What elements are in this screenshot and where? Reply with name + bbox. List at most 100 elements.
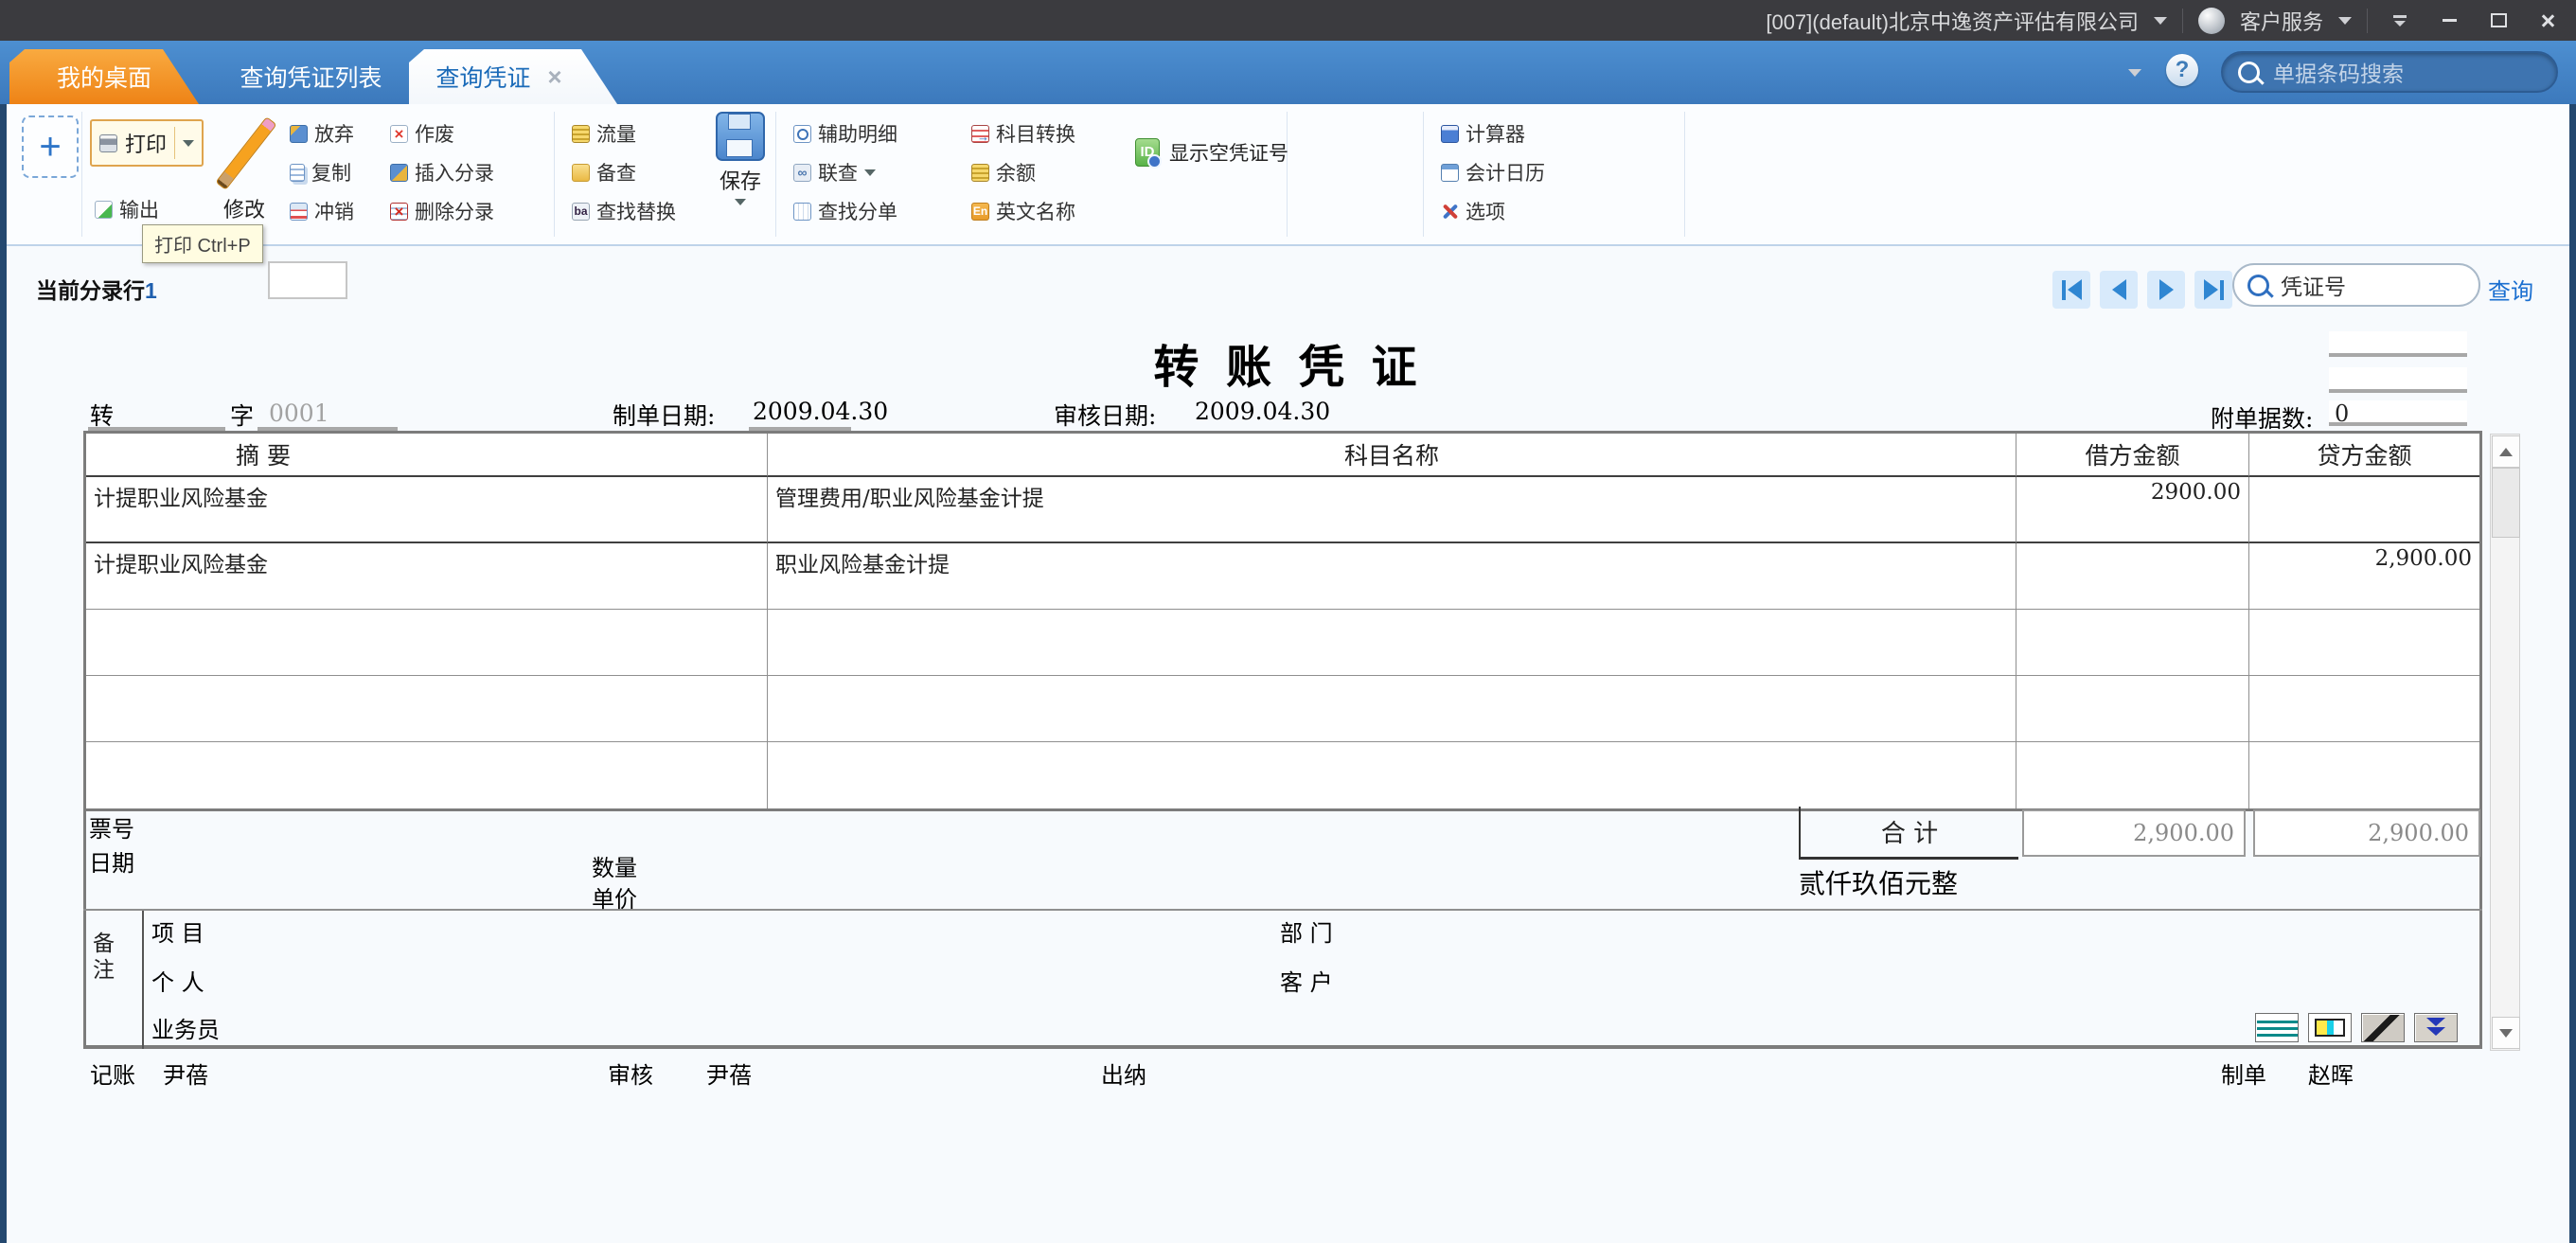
scroll-down-button[interactable] xyxy=(2492,1017,2520,1049)
expand-down-icon[interactable] xyxy=(2414,1013,2458,1042)
print-dropdown-icon[interactable] xyxy=(183,139,195,147)
header-blank-field-1[interactable] xyxy=(2329,331,2467,357)
ribbon-collapse-button[interactable] xyxy=(2383,7,2417,35)
cell-credit[interactable] xyxy=(2249,676,2479,742)
restore-button[interactable] xyxy=(2481,7,2515,35)
query-link[interactable]: 查询 xyxy=(2488,273,2533,306)
tab-my-desktop[interactable]: 我的桌面 xyxy=(9,49,199,104)
total-debit: 2,900.00 xyxy=(2022,809,2246,857)
scrollbar-thumb[interactable] xyxy=(2492,468,2520,538)
query-group: 流量 备查 查找替换 xyxy=(567,117,681,227)
cell-credit[interactable] xyxy=(2249,742,2479,808)
delete-entry-button[interactable]: 删除分录 xyxy=(385,195,499,227)
cell-credit[interactable] xyxy=(2249,610,2479,676)
save-dropdown-icon[interactable] xyxy=(735,199,746,205)
make-date-value[interactable]: 2009.04.30 xyxy=(753,398,888,425)
balance-button[interactable]: 余额 xyxy=(967,156,1080,188)
person-label: 个 人 xyxy=(151,969,204,996)
minimize-icon xyxy=(2442,19,2457,22)
subject-convert-button[interactable]: 科目转换 xyxy=(967,117,1080,150)
barcode-search-input[interactable]: 单据条码搜索 xyxy=(2221,51,2558,93)
cell-account[interactable] xyxy=(768,742,2016,808)
maker-name: 赵晖 xyxy=(2308,1062,2354,1089)
close-button[interactable] xyxy=(2531,7,2565,35)
link-query-dropdown-icon[interactable] xyxy=(864,169,876,176)
last-voucher-button[interactable] xyxy=(2194,271,2232,309)
first-icon xyxy=(2067,279,2082,300)
edit-group-col1: 放弃 复制 冲销 xyxy=(285,117,359,227)
link-query-button[interactable]: 联查 xyxy=(789,156,902,188)
modify-button[interactable]: 修改 xyxy=(209,110,279,233)
aux-detail-button[interactable]: 辅助明细 xyxy=(789,117,902,150)
writeoff-button[interactable]: 冲销 xyxy=(285,195,359,227)
header-blank-field-2[interactable] xyxy=(2329,367,2467,393)
english-name-button[interactable]: 英文名称 xyxy=(967,195,1080,227)
invalid-button[interactable]: 作废 xyxy=(385,117,499,150)
prev-voucher-button[interactable] xyxy=(2100,271,2138,309)
insert-entry-button[interactable]: 插入分录 xyxy=(385,156,499,188)
group-separator xyxy=(1423,112,1424,237)
insert-entry-label: 插入分录 xyxy=(415,163,494,185)
cell-account[interactable]: 职业风险基金计提 xyxy=(768,543,2016,610)
cell-summary[interactable] xyxy=(86,610,768,676)
first-voucher-button[interactable] xyxy=(2052,271,2090,309)
summary-note-icon[interactable] xyxy=(2255,1013,2299,1042)
calculator-button[interactable]: 计算器 xyxy=(1436,117,1550,150)
help-icon[interactable]: ? xyxy=(2166,54,2198,86)
subject-convert-label: 科目转换 xyxy=(996,124,1075,146)
attach-count-field[interactable]: 0 xyxy=(2329,400,2467,427)
cell-account[interactable] xyxy=(768,676,2016,742)
scroll-up-button[interactable] xyxy=(2492,435,2520,468)
voucher-number-search-input[interactable]: 凭证号 xyxy=(2232,263,2480,307)
voucher-table: 摘 要 科目名称 借方金额 贷方金额 计提职业风险基金 管理费用/职业风险基金计… xyxy=(83,431,2482,811)
vertical-scrollbar[interactable] xyxy=(2490,434,2520,1051)
entry-row-input[interactable] xyxy=(268,261,347,299)
stamp-icon[interactable] xyxy=(2308,1013,2352,1042)
export-button[interactable]: 输出 xyxy=(90,193,164,225)
show-empty-voucher-button[interactable]: 显示空凭证号 xyxy=(1135,138,1288,169)
remark-divider xyxy=(142,911,144,1049)
minimize-button[interactable] xyxy=(2432,7,2466,35)
tab-overflow-icon[interactable] xyxy=(2128,69,2141,77)
flow-button[interactable]: 流量 xyxy=(567,117,681,150)
save-button[interactable]: 保存 xyxy=(709,112,772,205)
next-voucher-button[interactable] xyxy=(2147,271,2185,309)
link-query-label: 联查 xyxy=(818,163,858,185)
tab-voucher-query[interactable]: 查询凭证 × xyxy=(409,49,617,104)
cell-summary[interactable]: 计提职业风险基金 xyxy=(86,543,768,610)
cell-debit[interactable]: 2900.00 xyxy=(2016,477,2249,543)
voucher-number[interactable]: 0001 xyxy=(269,400,329,427)
cell-summary[interactable] xyxy=(86,676,768,742)
find-split-button[interactable]: 查找分单 xyxy=(789,195,902,227)
cell-summary[interactable]: 计提职业风险基金 xyxy=(86,477,768,543)
customer-service-button[interactable]: 客户服务 xyxy=(2240,6,2323,36)
calendar-button[interactable]: 会计日历 xyxy=(1436,156,1550,188)
cell-summary[interactable] xyxy=(86,742,768,808)
find-replace-label: 查找替换 xyxy=(596,202,676,223)
wand-icon[interactable] xyxy=(2361,1013,2405,1042)
abandon-icon xyxy=(290,124,308,143)
company-dropdown-icon[interactable] xyxy=(2153,16,2167,25)
cell-debit[interactable] xyxy=(2016,543,2249,610)
find-replace-button[interactable]: 查找替换 xyxy=(567,195,681,227)
print-button[interactable]: 打印 xyxy=(90,119,204,167)
close-tab-icon[interactable]: × xyxy=(547,64,561,89)
copy-button[interactable]: 复制 xyxy=(285,156,359,188)
company-account-label[interactable]: [007](default)北京中逸资产评估有限公司 xyxy=(1766,6,2139,36)
reference-button[interactable]: 备查 xyxy=(567,156,681,188)
amount-in-words: 贰仟玖佰元整 xyxy=(1799,868,1959,899)
options-button[interactable]: 选项 xyxy=(1436,195,1550,227)
tab-voucher-list[interactable]: 查询凭证列表 xyxy=(214,49,408,104)
customer-service-dropdown-icon[interactable] xyxy=(2338,16,2352,25)
restore-icon xyxy=(2490,13,2507,27)
cell-debit[interactable] xyxy=(2016,676,2249,742)
cell-debit[interactable] xyxy=(2016,610,2249,676)
cell-debit[interactable] xyxy=(2016,742,2249,808)
cell-credit[interactable]: 2,900.00 xyxy=(2249,543,2479,610)
abandon-button[interactable]: 放弃 xyxy=(285,117,359,150)
cell-account[interactable]: 管理费用/职业风险基金计提 xyxy=(768,477,2016,543)
new-voucher-button[interactable]: + xyxy=(22,115,79,178)
search-placeholder: 单据条码搜索 xyxy=(2273,62,2404,86)
cell-account[interactable] xyxy=(768,610,2016,676)
cell-credit[interactable] xyxy=(2249,477,2479,543)
